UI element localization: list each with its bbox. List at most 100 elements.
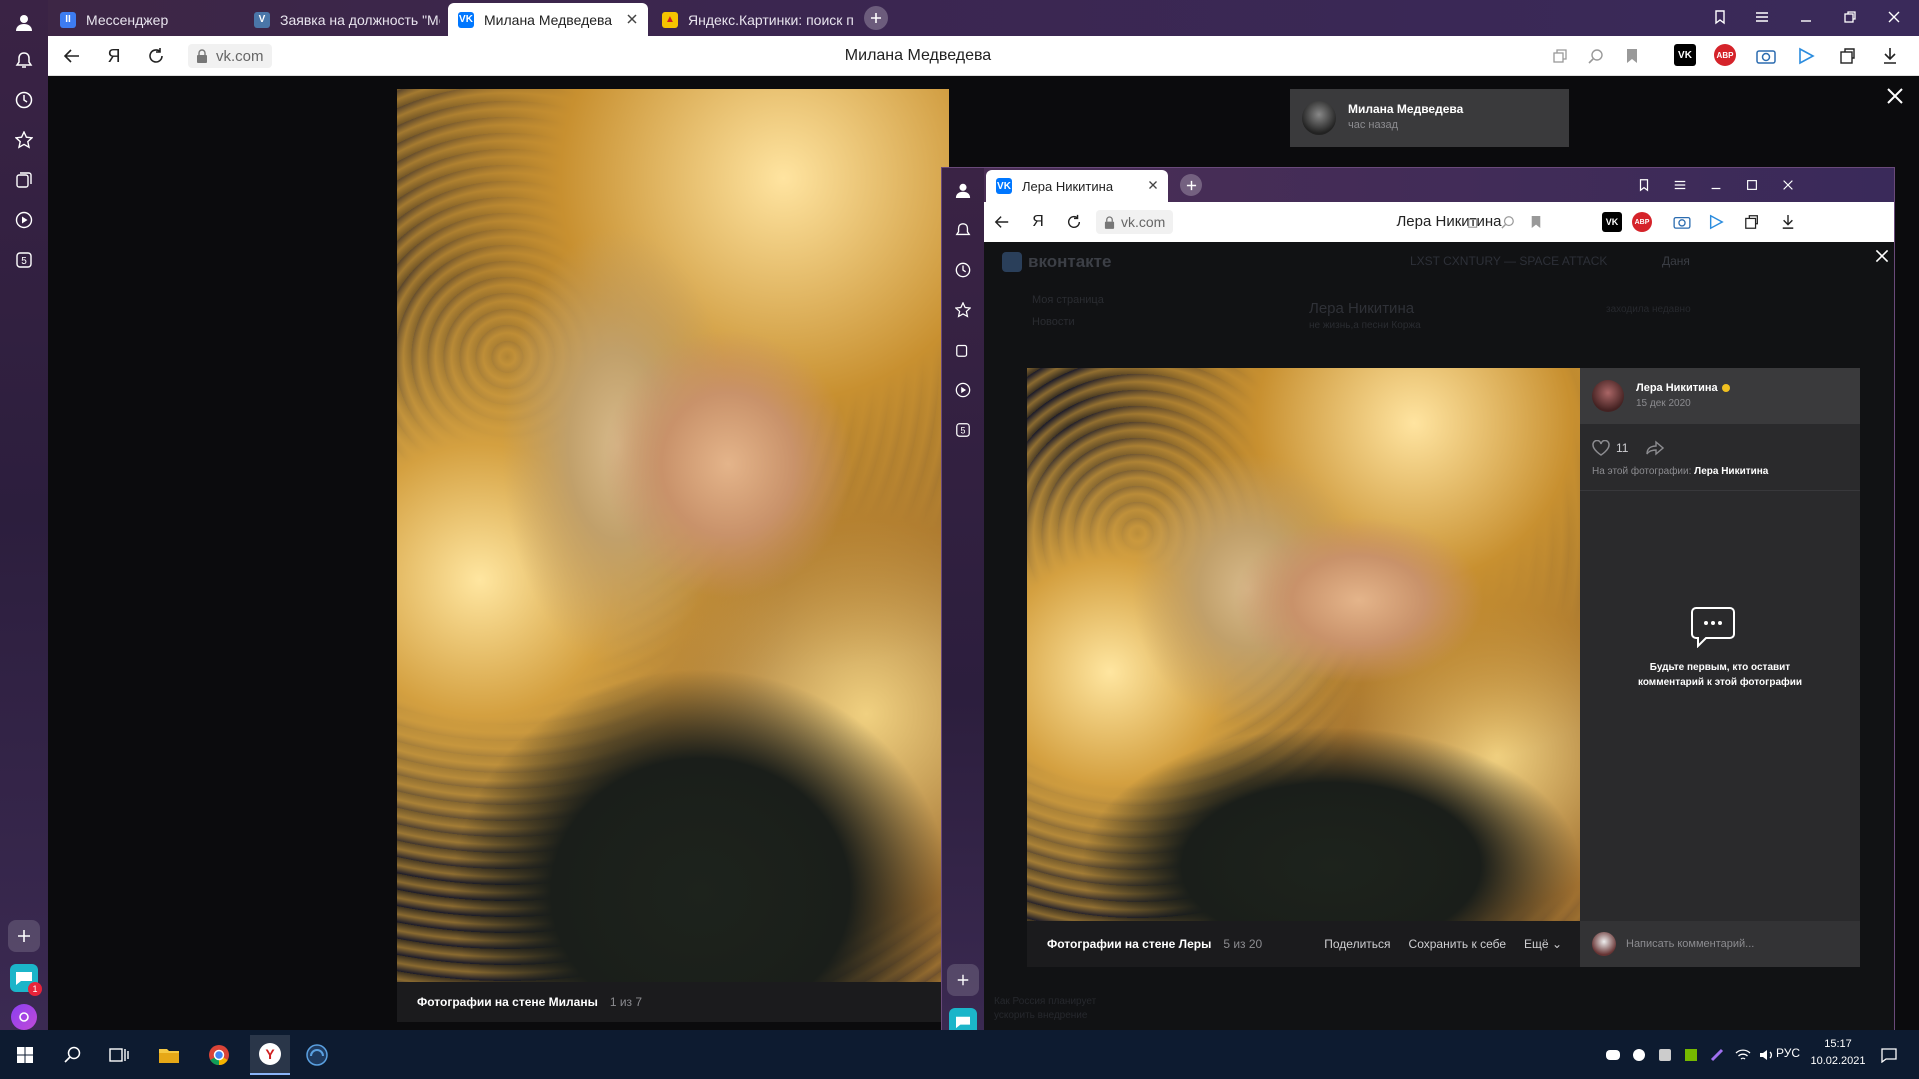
search-icon[interactable] [1584,44,1608,68]
screenshot-icon[interactable] [1754,44,1778,68]
restore-icon[interactable] [1838,5,1862,29]
app-taskbar-icon[interactable] [302,1040,332,1070]
profile-icon[interactable] [951,178,975,202]
tagged-people: На этой фотографии: Лера Никитина [1592,466,1768,477]
chrome-icon[interactable] [204,1040,234,1070]
language-indicator[interactable]: РУС [1776,1046,1800,1060]
profile-icon[interactable] [12,10,36,34]
close-window-icon[interactable] [1776,173,1800,197]
album-link[interactable]: Фотографии на стене Миланы [417,995,598,1009]
bg-news-line1: Как Россия планирует [994,996,1097,1007]
adblock-plus-icon[interactable]: ABP [1714,44,1736,66]
bookmark-icon[interactable] [1524,210,1548,234]
history-icon[interactable] [12,88,36,112]
search-icon[interactable] [1496,210,1520,234]
save-link[interactable]: Сохранить к себе [1409,937,1507,951]
tabs-menu-icon[interactable] [1708,5,1732,29]
bookmark-icon[interactable] [1620,44,1644,68]
close-tab-icon[interactable] [624,11,640,27]
author-name[interactable]: Милана Медведева [1348,102,1463,116]
task-view-icon[interactable] [104,1040,134,1070]
tabs-menu-icon[interactable] [1632,173,1656,197]
start-icon[interactable] [10,1040,40,1070]
yandex-browser-taskbar-icon[interactable]: Y [250,1035,290,1075]
share-link[interactable]: Поделиться [1324,937,1390,951]
tab-application[interactable]: V Заявка на должность "Мо [244,3,440,36]
tab-yandex-images[interactable]: ▲ Яндекс.Картинки: поиск п [652,3,892,36]
star-icon[interactable] [951,298,975,322]
collections-icon[interactable] [951,338,975,362]
tabs-view-icon[interactable] [1548,44,1572,68]
nav-my-page[interactable]: Моя страница [1032,294,1104,306]
search-icon[interactable] [58,1040,88,1070]
file-explorer-icon[interactable] [154,1040,184,1070]
tagged-name[interactable]: Лера Никитина [1694,466,1768,477]
hamburger-menu-icon[interactable] [1668,173,1692,197]
close-viewer-icon[interactable] [1874,248,1890,264]
messenger-app-icon[interactable]: 1 [10,964,42,996]
minimize-icon[interactable] [1704,173,1728,197]
extensions-icon[interactable] [1836,44,1860,68]
new-tab-button[interactable] [1180,174,1202,196]
url-chip[interactable]: vk.com [1096,210,1174,234]
history-icon[interactable] [951,258,975,282]
screenshot-icon[interactable] [1670,210,1694,234]
tabs-view-icon[interactable] [1462,210,1486,234]
album-link[interactable]: Фотографии на стене Леры [1047,937,1211,951]
avatar[interactable] [1592,380,1624,412]
nav-news[interactable]: Новости [1032,316,1075,328]
collections-icon[interactable] [12,168,36,192]
vk-extension-icon[interactable]: VK [1674,44,1696,66]
tab-milana[interactable]: VK Милана Медведева [448,3,648,36]
user-name[interactable]: Даня [1662,254,1690,268]
close-viewer-icon[interactable] [1885,86,1909,110]
reload-icon[interactable] [1062,210,1086,234]
download-icon[interactable] [1776,210,1800,234]
vk-icon: VK [458,11,474,28]
new-tab-button[interactable] [864,6,888,30]
vk-icon: VK [996,178,1012,194]
music-track[interactable]: LXST CXNTURY — SPACE ATTACK [1410,254,1607,268]
five-icon[interactable]: 5 [951,418,975,442]
back-icon[interactable] [990,210,1014,234]
author-name[interactable]: Лера Никитина [1636,382,1730,394]
bell-icon[interactable] [951,218,975,242]
add-panel-icon[interactable] [8,920,40,952]
vk-logo-text: вконтакте [1028,252,1112,271]
like-button[interactable]: 11 [1592,440,1628,456]
maximize-icon[interactable] [1740,173,1764,197]
five-icon[interactable]: 5 [12,248,36,272]
notifications-icon[interactable] [1874,1040,1904,1070]
tab-messenger[interactable]: II Мессенджер [50,3,230,36]
comment-input[interactable]: Написать комментарий... [1626,938,1754,950]
comments-empty-icon [1690,606,1736,648]
yandex-logo-icon[interactable]: Я [1026,210,1050,234]
bg-profile-status: не жизнь,а песни Коржа [1309,320,1421,331]
extensions-icon[interactable] [1740,210,1764,234]
video-extension-icon[interactable] [1794,44,1818,68]
add-panel-icon[interactable] [947,964,979,996]
download-icon[interactable] [1878,44,1902,68]
vk-extension-icon[interactable]: VK [1602,212,1622,232]
tab-lera[interactable]: VK Лера Никитина [986,170,1168,202]
play-icon[interactable] [12,208,36,232]
avatar[interactable] [1302,101,1336,135]
clock[interactable]: 15:17 10.02.2021 [1808,1036,1868,1070]
vk-logo[interactable]: вконтакте [1002,252,1111,272]
star-icon[interactable] [12,128,36,152]
close-tab-icon[interactable] [1146,178,1160,192]
play-icon[interactable] [951,378,975,402]
hamburger-menu-icon[interactable] [1750,5,1774,29]
video-extension-icon[interactable] [1704,210,1728,234]
close-window-icon[interactable] [1882,5,1906,29]
share-icon[interactable] [1646,440,1664,456]
more-link[interactable]: Ещё ⌄ [1524,937,1562,951]
bell-icon[interactable] [12,48,36,72]
minimize-icon[interactable] [1794,5,1818,29]
main-photo[interactable] [397,89,949,982]
adblock-plus-icon[interactable]: ABP [1632,212,1652,232]
lera-photo[interactable] [1027,368,1580,921]
chevron-down-icon: ⌄ [1551,937,1562,951]
alice-icon[interactable] [11,1004,37,1030]
address-bar: Я vk.com Милана Медведева VK ABP [48,36,1919,76]
